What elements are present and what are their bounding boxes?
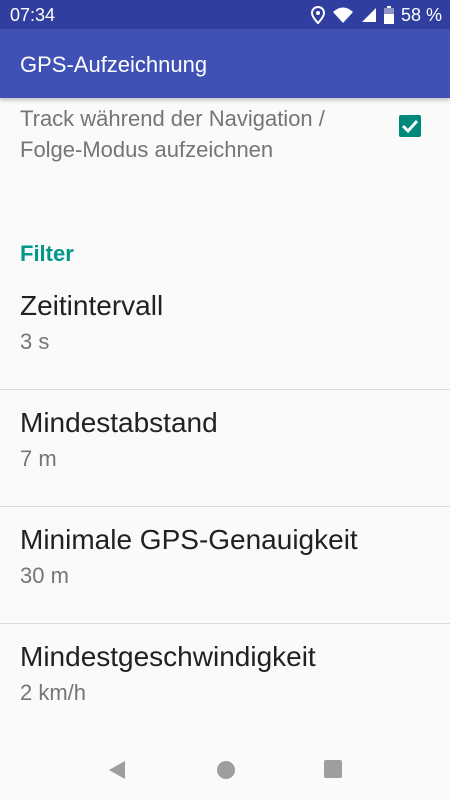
pref-title: Mindestgeschwindigkeit [20, 641, 316, 672]
pref-title: Minimale GPS-Genauigkeit [20, 524, 358, 555]
home-icon[interactable] [216, 760, 236, 785]
status-bar: 07:34 58 % [0, 0, 450, 29]
settings-list[interactable]: Track während der Navigation / Folge-Mod… [0, 98, 450, 738]
pref-summary: 3 s [20, 329, 50, 354]
status-time: 07:34 [10, 5, 56, 25]
pref-title: Zeitintervall [20, 290, 164, 321]
track-setting-checkbox[interactable] [399, 115, 421, 137]
app-bar: GPS-Aufzeichnung [0, 29, 450, 98]
wifi-icon [332, 6, 354, 24]
signal-icon [361, 7, 377, 23]
pref-summary: 2 km/h [20, 680, 87, 705]
pref-mindestgeschwindigkeit[interactable]: Mindestgeschwindigkeit 2 km/h [0, 624, 450, 738]
battery-percent: 58 % [400, 4, 442, 25]
status-icons: 58 % [310, 4, 442, 26]
pref-summary: 7 m [20, 446, 57, 471]
track-during-navigation-setting[interactable]: Track während der Navigation / Folge-Mod… [0, 98, 450, 198]
pref-minimale-gps-genauigkeit[interactable]: Minimale GPS-Genauigkeit 30 m [0, 507, 450, 624]
category-filter-title: Filter [20, 241, 74, 266]
pref-title: Mindestabstand [20, 407, 218, 438]
pref-summary: 30 m [20, 563, 69, 588]
navigation-bar [0, 740, 450, 800]
pref-mindestabstand[interactable]: Mindestabstand 7 m [0, 390, 450, 507]
location-icon [310, 6, 325, 24]
recents-icon[interactable] [324, 760, 342, 783]
app-bar-title: GPS-Aufzeichnung [20, 52, 208, 77]
checkmark-icon [401, 119, 419, 134]
back-icon[interactable] [108, 760, 126, 785]
pref-zeitintervall[interactable]: Zeitintervall 3 s [0, 273, 450, 390]
battery-icon [383, 6, 394, 24]
track-setting-label: Track während der Navigation / Folge-Mod… [20, 106, 325, 162]
